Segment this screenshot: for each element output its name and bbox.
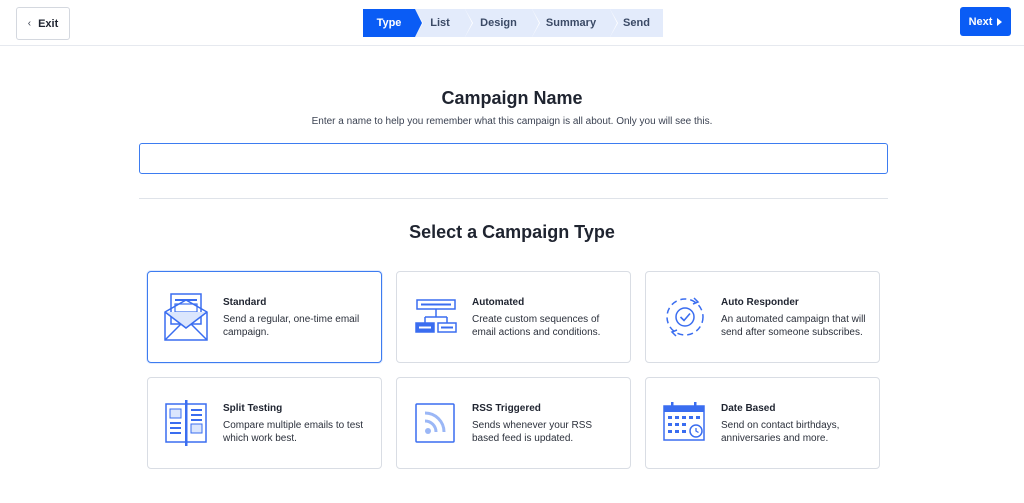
wizard-steps: Type List Design Summary Send (363, 9, 663, 37)
calendar-icon (660, 396, 710, 450)
chevron-left-icon: ‹ (27, 18, 32, 29)
card-title: Date Based (721, 403, 776, 414)
next-button[interactable]: Next (960, 7, 1011, 36)
step-label: Design (480, 17, 517, 29)
card-description: Send a regular, one-time email campaign. (223, 314, 360, 338)
campaign-type-title: Select a Campaign Type (409, 222, 615, 242)
next-label: Next (968, 15, 993, 28)
step-label: List (430, 17, 450, 29)
step-design[interactable]: Design (465, 9, 540, 37)
step-label: Send (623, 17, 650, 29)
card-title: Split Testing (223, 403, 283, 414)
card-description: Send on contact birthdays, anniversaries… (721, 420, 840, 444)
rss-icon (411, 396, 461, 450)
card-title: Auto Responder (721, 297, 799, 308)
split-layout-icon (162, 396, 212, 450)
campaign-type-card-rss-triggered[interactable]: RSS Triggered Sends whenever your RSS ba… (396, 377, 631, 469)
card-title: Standard (223, 297, 267, 308)
card-description: Compare multiple emails to test which wo… (223, 420, 364, 444)
cycle-check-icon (660, 290, 710, 344)
card-title: Automated (472, 297, 525, 308)
section-divider (139, 198, 888, 199)
step-label: Type (376, 17, 402, 29)
top-bar: ‹ Exit Type List Design Summary Send Nex… (0, 0, 1024, 46)
campaign-type-card-standard[interactable]: Standard Send a regular, one-time email … (147, 271, 382, 363)
envelope-icon (162, 290, 212, 344)
campaign-type-card-auto-responder[interactable]: Auto Responder An automated campaign tha… (645, 271, 880, 363)
exit-label: Exit (38, 17, 59, 30)
campaign-type-card-automated[interactable]: Automated Create custom sequences of ema… (396, 271, 631, 363)
campaign-name-input[interactable] (139, 143, 888, 174)
card-description: An automated campaign that will send aft… (721, 314, 866, 338)
step-summary[interactable]: Summary (532, 9, 618, 37)
campaign-name-subtitle: Enter a name to help you remember what t… (311, 116, 713, 127)
workflow-icon (411, 290, 461, 344)
caret-right-icon (997, 17, 1003, 26)
card-title: RSS Triggered (472, 403, 541, 414)
step-type[interactable]: Type (363, 9, 423, 37)
card-description: Sends whenever your RSS based feed is up… (472, 420, 593, 444)
step-label: Summary (545, 17, 597, 29)
card-description: Create custom sequences of email actions… (472, 314, 601, 338)
exit-button[interactable]: ‹ Exit (16, 7, 70, 40)
campaign-type-card-date-based[interactable]: Date Based Send on contact birthdays, an… (645, 377, 880, 469)
campaign-name-title: Campaign Name (441, 88, 583, 108)
campaign-type-card-split-testing[interactable]: Split Testing Compare multiple emails to… (147, 377, 382, 469)
